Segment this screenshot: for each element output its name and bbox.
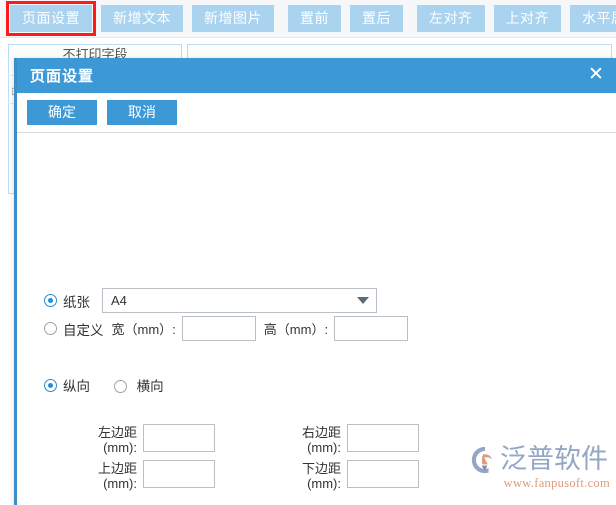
radio-landscape[interactable] (114, 380, 127, 393)
width-input[interactable] (181, 316, 256, 341)
height-label: 高（mm）: (263, 322, 329, 337)
watermark-row: 泛普软件 (470, 443, 610, 477)
margins-group: 左边距 (mm): 右边距 (mm): 上边距 (mm): 下边距 (mm): (79, 424, 419, 496)
toolbar-button-page-setup[interactable]: 页面设置 (6, 1, 96, 36)
radio-landscape-label: 横向 (136, 379, 164, 394)
margin-top-input[interactable] (143, 460, 215, 488)
margin-bottom-cell: 下边距 (mm): (283, 460, 419, 491)
dialog-body: 纸张 A4 自定义 宽（mm）: 高（mm）: 纵向 横向 左边距 (mm): … (17, 133, 616, 503)
margin-bottom-label: 下边距 (mm): (301, 461, 341, 491)
dialog-action-bar: 确定 取消 (17, 93, 616, 133)
toolbar-button-bring-front[interactable]: 置前 (288, 5, 341, 32)
margin-right-cell: 右边距 (mm): (283, 424, 419, 455)
margin-right-input[interactable] (347, 424, 419, 452)
toolbar-button-add-text[interactable]: 新增文本 (101, 5, 183, 32)
radio-paper-preset-label: 纸张 (63, 294, 90, 310)
toolbar-button-add-image[interactable]: 新增图片 (192, 5, 274, 32)
paper-size-row: 纸张 A4 (44, 288, 377, 313)
margin-top-label: 上边距 (mm): (97, 461, 137, 491)
radio-paper-preset[interactable] (44, 294, 57, 307)
width-label: 宽（mm）: (111, 322, 176, 337)
radio-portrait[interactable] (44, 378, 57, 392)
chevron-down-icon (357, 297, 369, 304)
radio-portrait-label: 纵向 (63, 379, 90, 394)
margin-right-label: 右边距 (mm): (301, 425, 341, 455)
close-icon[interactable]: ✕ (576, 58, 616, 93)
orientation-row: 纵向 横向 (44, 375, 164, 395)
custom-size-row: 自定义 宽（mm）: 高（mm）: (44, 316, 409, 341)
toolbar-button-align-left[interactable]: 左对齐 (417, 5, 485, 32)
watermark-brand: 泛普软件 (500, 444, 608, 475)
watermark-logo: 泛普软件 www.fanpusoft.com (470, 443, 610, 495)
paper-size-select-value: A4 (111, 293, 127, 308)
page-setup-dialog: 页面设置 ✕ 确定 取消 纸张 A4 自定义 宽（mm）: 高（mm）: 纵向 … (14, 58, 616, 505)
margin-bottom-input[interactable] (347, 460, 419, 488)
paper-size-select[interactable]: A4 (102, 288, 377, 313)
main-toolbar: 页面设置 新增文本 新增图片 置前 置后 左对齐 上对齐 水平居中 选 (0, 0, 616, 38)
height-input[interactable] (334, 316, 409, 341)
dialog-title: 页面设置 (30, 68, 95, 85)
radio-custom-size[interactable] (44, 322, 57, 335)
cancel-button[interactable]: 取消 (107, 100, 177, 125)
radio-custom-size-label: 自定义 (63, 322, 104, 338)
dialog-titlebar: 页面设置 ✕ (17, 58, 616, 93)
radio-landscape-group: 横向 (114, 375, 164, 395)
margin-left-cell: 左边距 (mm): (79, 424, 215, 455)
margins-row-1: 左边距 (mm): 右边距 (mm): (79, 424, 419, 455)
toolbar-button-align-top[interactable]: 上对齐 (493, 5, 561, 32)
watermark-url: www.fanpusoft.com (503, 476, 610, 490)
fanpu-swirl-logo-icon (471, 446, 493, 474)
margin-left-input[interactable] (143, 424, 215, 452)
margin-left-label: 左边距 (mm): (97, 425, 137, 455)
toolbar-button-center-horizontal[interactable]: 水平居中 (570, 5, 616, 32)
margins-row-2: 上边距 (mm): 下边距 (mm): (79, 460, 419, 491)
confirm-button[interactable]: 确定 (27, 100, 97, 125)
toolbar-button-send-back[interactable]: 置后 (350, 5, 403, 32)
margin-top-cell: 上边距 (mm): (79, 460, 215, 491)
